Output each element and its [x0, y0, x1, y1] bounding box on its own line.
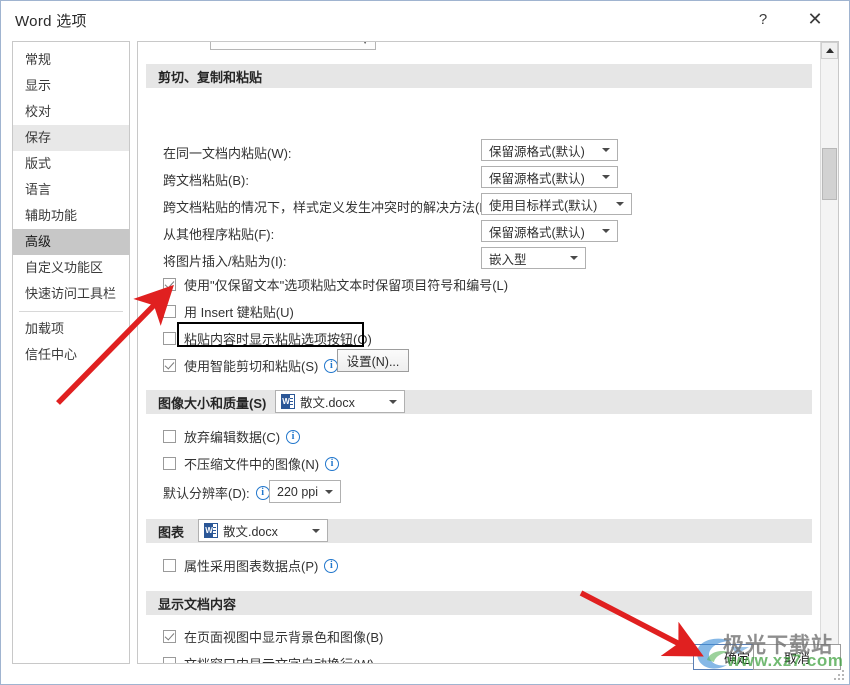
chevron-down-icon — [602, 229, 610, 233]
scroll-up-button[interactable] — [821, 42, 838, 59]
checkbox-row-show-text-wrapped-in-window[interactable]: 文档窗口内显示文字自动换行(W) — [163, 654, 374, 663]
dropdown-value: 保留源格式(默认) — [489, 171, 585, 186]
dropdown-value: 220 ppi — [277, 484, 319, 499]
sidebar-item-save[interactable]: 保存 — [13, 125, 129, 151]
chevron-down-icon — [389, 399, 397, 404]
chevron-down-icon — [312, 528, 320, 533]
sidebar-item-trust-center[interactable]: 信任中心 — [13, 342, 129, 368]
checkbox-show-text-wrapped-in-window[interactable] — [163, 657, 176, 663]
info-icon[interactable]: i — [325, 456, 340, 471]
triangle-up-icon — [825, 48, 834, 53]
dropdown-value: 散文.docx — [223, 525, 278, 539]
sidebar-item-general[interactable]: 常规 — [13, 47, 129, 73]
checkbox-row-do-not-compress-images[interactable]: 不压缩文件中的图像(N) i — [163, 454, 340, 473]
checkbox-row-show-paste-options-button[interactable]: 粘贴内容时显示粘贴选项按钮(O) — [163, 329, 372, 348]
clipped-dropdown-above[interactable]: ▼ — [210, 42, 376, 50]
chevron-down-icon — [570, 256, 578, 260]
dropdown-paste-from-other-programs[interactable]: 保留源格式(默认) — [481, 220, 618, 242]
checkbox-label: 不压缩文件中的图像(N) — [184, 457, 320, 472]
checkbox-row-show-background-colors-images[interactable]: 在页面视图中显示背景色和图像(B) — [163, 627, 383, 646]
title-bar: Word 选项 ? ✕ — [1, 1, 849, 37]
label-default-resolution: 默认分辨率(D): — [163, 486, 250, 501]
section-header-label: 图表 — [158, 524, 185, 540]
checkbox-discard-editing-data[interactable] — [163, 430, 176, 443]
dropdown-default-resolution[interactable]: 220 ppi — [269, 480, 341, 503]
dropdown-value: 保留源格式(默认) — [489, 144, 585, 159]
info-icon[interactable]: i — [286, 429, 301, 444]
label-insert-paste-picture-as: 将图片插入/粘贴为(I): — [163, 254, 287, 269]
row-default-resolution: 默认分辨率(D): i — [163, 483, 270, 502]
info-icon[interactable]: i — [255, 485, 270, 500]
dropdown-value: 散文.docx — [300, 396, 355, 410]
close-icon[interactable]: ✕ — [795, 4, 835, 34]
chevron-down-icon — [602, 148, 610, 152]
chevron-down-icon — [616, 202, 624, 206]
checkbox-row-properties-follow-chart-datapoint[interactable]: 属性采用图表数据点(P) i — [163, 556, 339, 575]
checkbox-label: 粘贴内容时显示粘贴选项按钮(O) — [184, 332, 372, 347]
word-options-dialog: Word 选项 ? ✕ 常规 显示 校对 保存 版式 语言 辅助功能 高级 自定… — [0, 0, 850, 685]
checkbox-label: 放弃编辑数据(C) — [184, 430, 281, 445]
checkbox-show-background-colors-images[interactable] — [163, 630, 176, 643]
sidebar-item-accessibility[interactable]: 辅助功能 — [13, 203, 129, 229]
label-paste-within-document: 在同一文档内粘贴(W): — [163, 146, 292, 161]
sidebar-item-language[interactable]: 语言 — [13, 177, 129, 203]
dropdown-paste-style-conflict[interactable]: 使用目标样式(默认) — [481, 193, 632, 215]
vertical-scrollbar[interactable] — [820, 42, 838, 663]
sidebar-item-advanced[interactable]: 高级 — [13, 229, 129, 255]
cancel-button[interactable]: 取消 — [753, 644, 841, 670]
checkbox-row-discard-editing-data[interactable]: 放弃编辑数据(C) i — [163, 427, 301, 446]
label-paste-between-documents: 跨文档粘贴(B): — [163, 173, 249, 188]
checkbox-label: 属性采用图表数据点(P) — [184, 559, 319, 574]
label-paste-style-conflict: 跨文档粘贴的情况下，样式定义发生冲突时的解决方法(E): — [163, 200, 496, 215]
word-document-icon — [281, 394, 295, 409]
checkbox-row-use-insert-key-paste[interactable]: 用 Insert 键粘贴(U) — [163, 302, 294, 321]
sidebar-item-quick-access-toolbar[interactable]: 快速访问工具栏 — [13, 281, 129, 307]
checkbox-label: 文档窗口内显示文字自动换行(W) — [184, 654, 374, 663]
dropdown-value: 使用目标样式(默认) — [489, 198, 598, 213]
dropdown-insert-paste-picture-as[interactable]: 嵌入型 — [481, 247, 586, 269]
dropdown-value: 嵌入型 — [489, 252, 527, 267]
checkbox-label: 在页面视图中显示背景色和图像(B) — [184, 630, 384, 645]
page-title: Word 选项 — [15, 13, 87, 30]
checkbox-keep-bullets-numbering[interactable] — [163, 278, 176, 291]
checkbox-use-insert-key-paste[interactable] — [163, 305, 176, 318]
checkbox-label: 用 Insert 键粘贴(U) — [184, 305, 294, 320]
checkbox-properties-follow-chart-datapoint[interactable] — [163, 559, 176, 572]
resize-grip[interactable] — [833, 669, 845, 681]
section-header-image-size-quality: 图像大小和质量(S) — [146, 390, 812, 414]
sidebar-item-customize-ribbon[interactable]: 自定义功能区 — [13, 255, 129, 281]
chevron-down-icon: ▼ — [361, 42, 369, 46]
dropdown-value: 保留源格式(默认) — [489, 225, 585, 240]
section-header-display-document-content: 显示文档内容 — [146, 591, 812, 615]
checkbox-do-not-compress-images[interactable] — [163, 457, 176, 470]
scrollbar-thumb[interactable] — [822, 148, 837, 200]
checkbox-show-paste-options-button[interactable] — [163, 332, 176, 345]
chevron-down-icon — [325, 489, 333, 494]
section-header-cut-copy-paste: 剪切、复制和粘贴 — [146, 64, 812, 88]
dropdown-paste-between-documents[interactable]: 保留源格式(默认) — [481, 166, 618, 188]
sidebar-item-addins[interactable]: 加载项 — [13, 316, 129, 342]
divider — [19, 311, 123, 312]
help-icon[interactable]: ? — [743, 4, 783, 34]
info-icon[interactable]: i — [324, 558, 339, 573]
sidebar-item-layout[interactable]: 版式 — [13, 151, 129, 177]
dropdown-image-scope-document[interactable]: 散文.docx — [275, 390, 405, 413]
sidebar-item-proofing[interactable]: 校对 — [13, 99, 129, 125]
word-document-icon — [204, 523, 218, 538]
chevron-down-icon — [602, 175, 610, 179]
scroll-content: ▼ 剪切、复制和粘贴 在同一文档内粘贴(W): 保留源格式(默认) 跨文档粘贴(… — [138, 42, 820, 663]
dropdown-chart-scope-document[interactable]: 散文.docx — [198, 519, 328, 542]
options-content-panel: ▼ 剪切、复制和粘贴 在同一文档内粘贴(W): 保留源格式(默认) 跨文档粘贴(… — [137, 41, 839, 664]
sidebar-item-display[interactable]: 显示 — [13, 73, 129, 99]
section-header-label: 图像大小和质量(S) — [158, 395, 267, 411]
dropdown-paste-within-document[interactable]: 保留源格式(默认) — [481, 139, 618, 161]
checkbox-label: 使用"仅保留文本"选项粘贴文本时保留项目符号和编号(L) — [184, 278, 509, 293]
sidebar-nav: 常规 显示 校对 保存 版式 语言 辅助功能 高级 自定义功能区 快速访问工具栏… — [12, 41, 130, 664]
label-paste-from-other-programs: 从其他程序粘贴(F): — [163, 227, 275, 242]
checkbox-row-keep-bullets-numbering[interactable]: 使用"仅保留文本"选项粘贴文本时保留项目符号和编号(L) — [163, 275, 508, 294]
